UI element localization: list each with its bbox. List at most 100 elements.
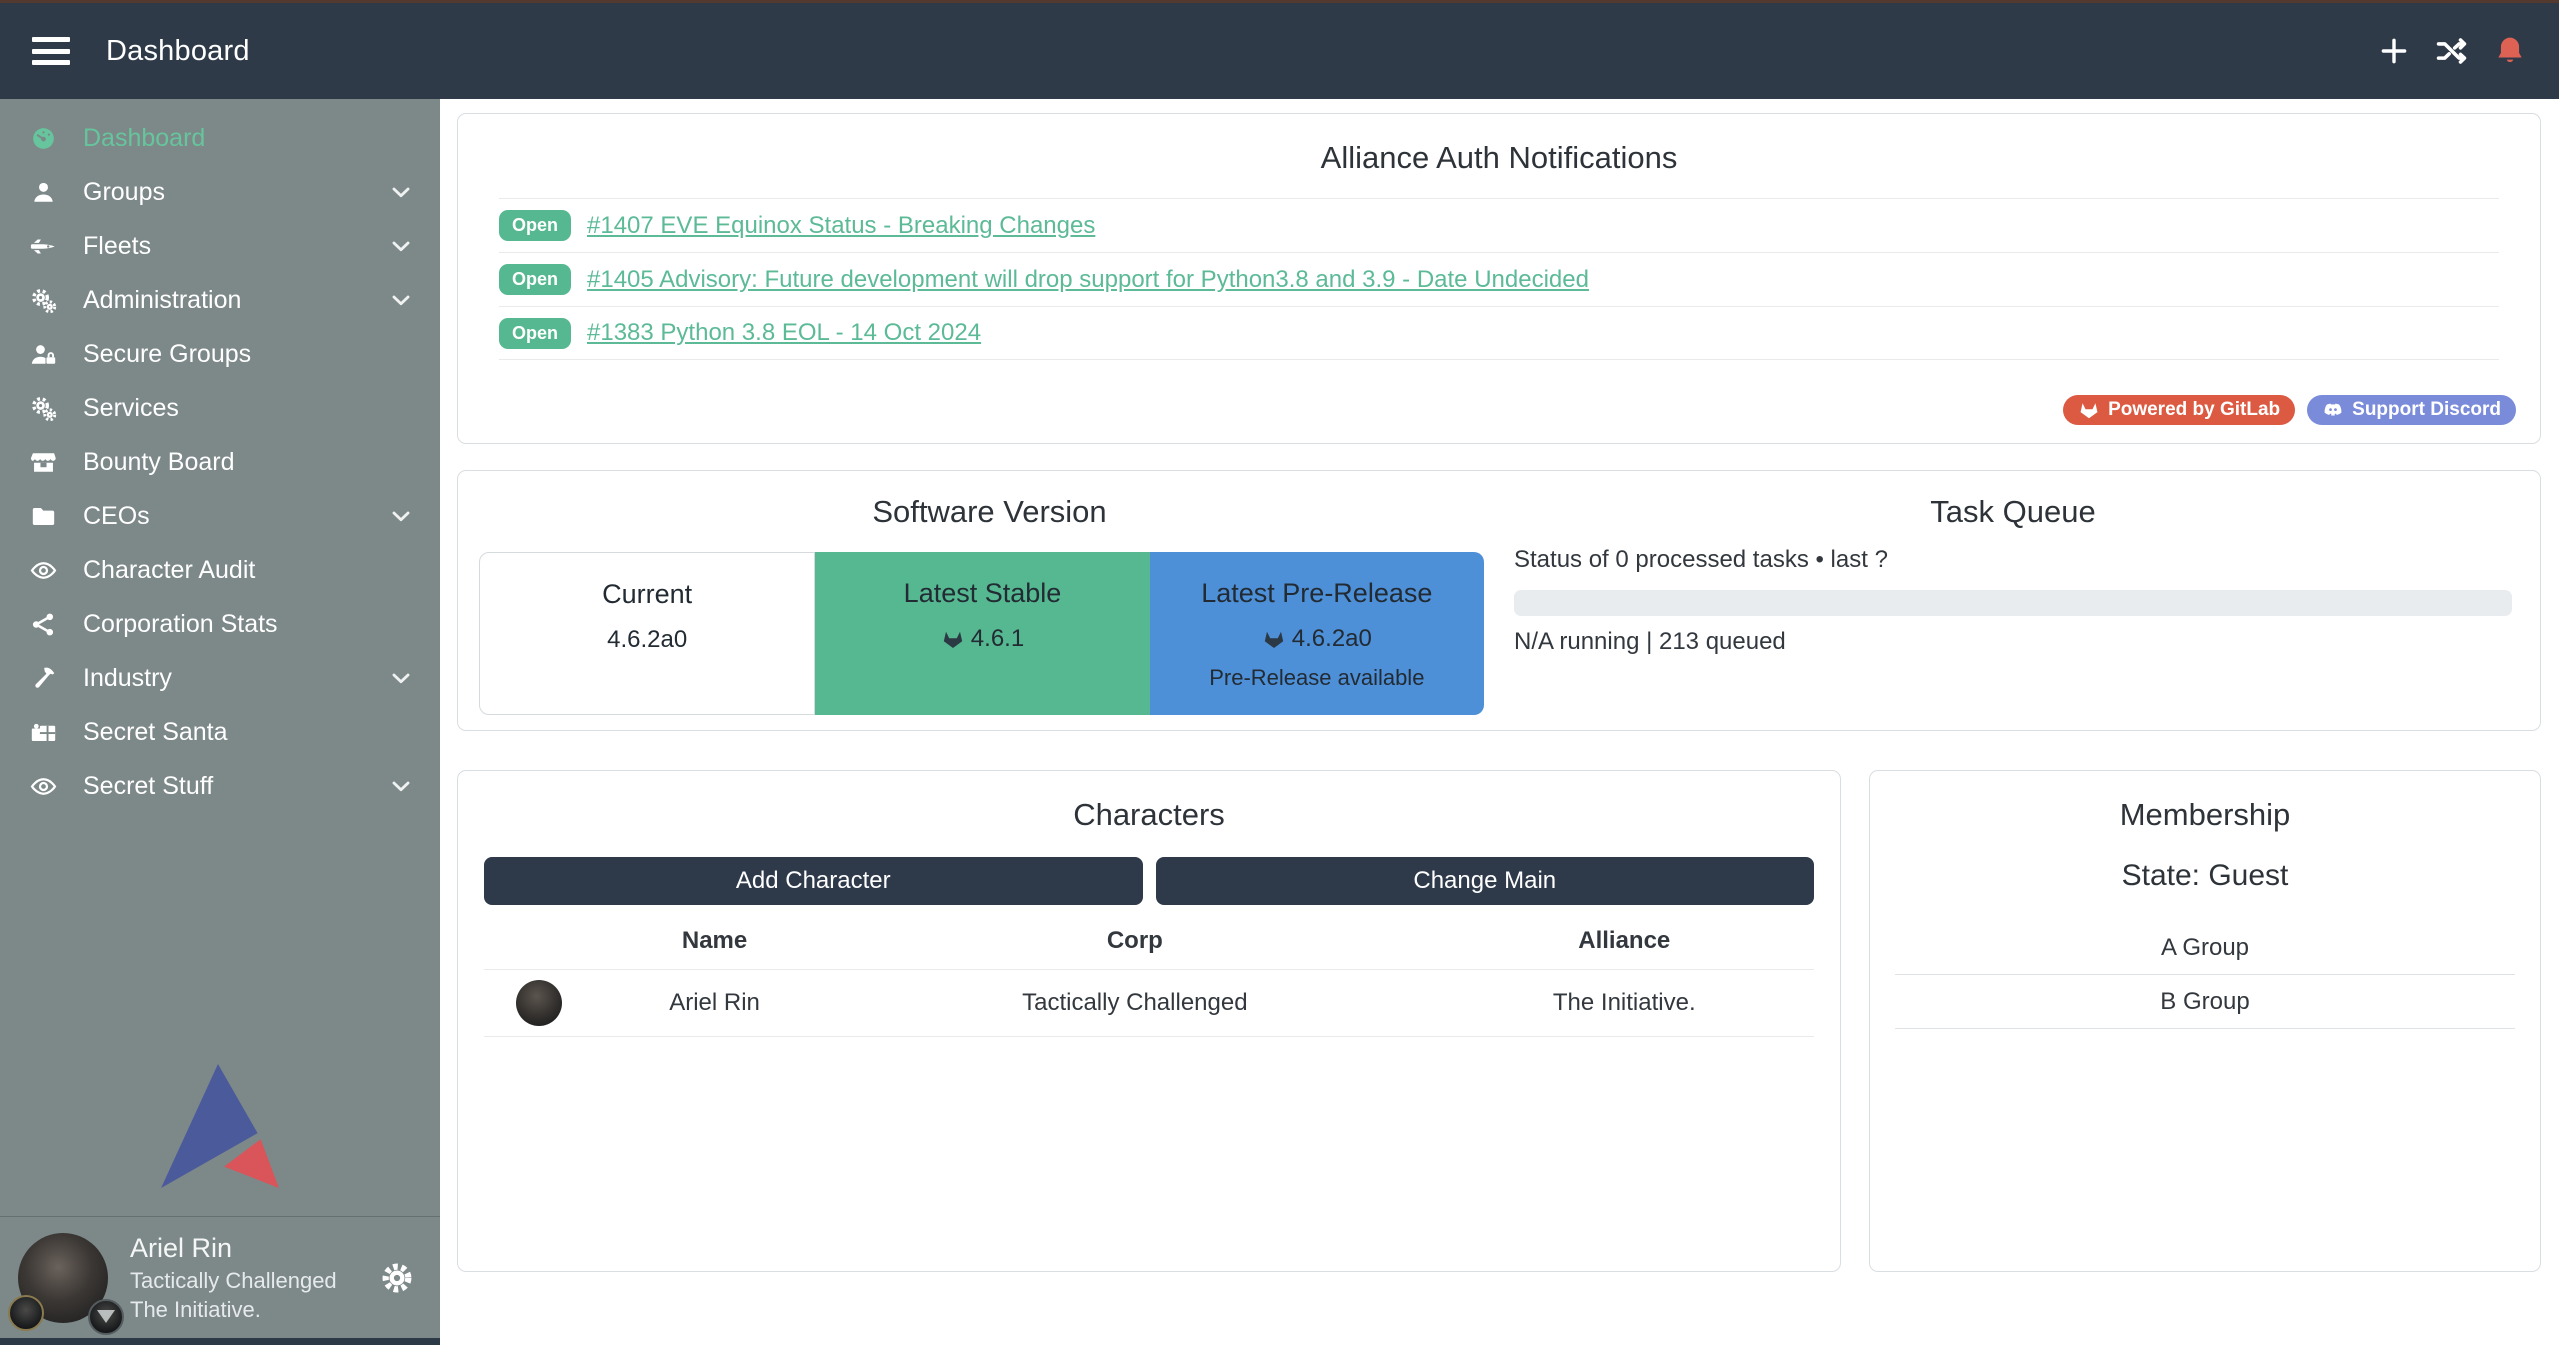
badge-label: Powered by GitLab (2108, 399, 2280, 421)
page-title: Dashboard (106, 35, 250, 68)
sidebar-item-secret-santa[interactable]: Secret Santa (0, 705, 440, 759)
sidebar-item-administration[interactable]: Administration (0, 273, 440, 327)
chevron-down-icon (388, 179, 414, 205)
app-root: Dashboard Dashboard Groups F (0, 0, 2559, 1345)
membership-state: State: Guest (1870, 859, 2540, 893)
sidebar-item-label: Secret Stuff (83, 772, 213, 801)
prerelease-version: 4.6.2a0 (1292, 625, 1372, 653)
characters-panel: Characters Add Character Change Main Nam… (457, 770, 1841, 1272)
chevron-down-icon (388, 503, 414, 529)
gears-icon (30, 287, 57, 314)
chevron-down-icon (388, 233, 414, 259)
share-icon (30, 611, 57, 638)
sidebar-item-secret-stuff[interactable]: Secret Stuff (0, 759, 440, 813)
shuffle-icon[interactable] (2435, 34, 2469, 68)
alliance-auth-logo (0, 1062, 440, 1190)
column-header-name: Name (594, 911, 835, 970)
status-badge: Open (499, 318, 571, 349)
membership-groups: A Group B Group (1895, 921, 2515, 1029)
list-item: A Group (1895, 921, 2515, 975)
navbar-actions (2377, 34, 2527, 68)
task-queue-progress-bar (1514, 590, 2512, 616)
user-corp: Tactically Challenged (130, 1266, 337, 1295)
list-item: Open #1405 Advisory: Future development … (499, 252, 2499, 306)
sidebar-item-label: Industry (83, 664, 172, 693)
change-main-button[interactable]: Change Main (1156, 857, 1815, 905)
gitlab-tanuki-icon (1262, 627, 1286, 651)
character-avatar (516, 980, 562, 1026)
sidebar-menu: Dashboard Groups Fleets Administration (0, 99, 440, 813)
status-badge: Open (499, 264, 571, 295)
table-row: Ariel Rin Tactically Challenged The Init… (484, 970, 1814, 1037)
notification-link[interactable]: #1383 Python 3.8 EOL - 14 Oct 2024 (587, 319, 981, 347)
version-boxes: Current 4.6.2a0 Latest Stable 4.6.1 Late… (479, 552, 1484, 715)
sidebar-item-ceos[interactable]: CEOs (0, 489, 440, 543)
sidebar-item-dashboard[interactable]: Dashboard (0, 111, 440, 165)
gear-icon[interactable] (380, 1261, 414, 1295)
shuttle-icon (30, 233, 57, 260)
add-character-button[interactable]: Add Character (484, 857, 1143, 905)
hammer-icon (30, 665, 57, 692)
notification-link[interactable]: #1407 EVE Equinox Status - Breaking Chan… (587, 212, 1095, 240)
software-version-section: Software Version Current 4.6.2a0 Latest … (458, 471, 1500, 730)
software-version-title: Software Version (479, 494, 1500, 530)
chevron-down-icon (388, 773, 414, 799)
user-name: Ariel Rin (130, 1231, 337, 1267)
version-prerelease-box: Latest Pre-Release 4.6.2a0 Pre-Release a… (1150, 552, 1484, 715)
sidebar-item-services[interactable]: Services (0, 381, 440, 435)
gitlab-tanuki-icon (2078, 399, 2100, 421)
gears-icon (30, 395, 57, 422)
sidebar-item-secure-groups[interactable]: Secure Groups (0, 327, 440, 381)
membership-panel: Membership State: Guest A Group B Group (1869, 770, 2541, 1272)
stable-version: 4.6.1 (971, 625, 1024, 653)
alliance-logo-badge (88, 1299, 124, 1335)
sidebar-item-corporation-stats[interactable]: Corporation Stats (0, 597, 440, 651)
sidebar-item-label: Bounty Board (83, 448, 235, 477)
character-name: Ariel Rin (594, 970, 835, 1037)
storefront-icon (30, 449, 57, 476)
characters-table: Name Corp Alliance Ariel Rin Tactically … (484, 911, 1814, 1037)
sidebar-item-groups[interactable]: Groups (0, 165, 440, 219)
sidebar-bottom-strip (0, 1338, 440, 1345)
bell-icon[interactable] (2493, 34, 2527, 68)
sidebar-item-label: Character Audit (83, 556, 255, 585)
current-version: 4.6.2a0 (607, 626, 687, 654)
gauge-icon (30, 125, 57, 152)
notifications-panel: Alliance Auth Notifications Open #1407 E… (457, 113, 2541, 444)
notification-link[interactable]: #1405 Advisory: Future development will … (587, 266, 1589, 294)
prerelease-note: Pre-Release available (1150, 665, 1484, 691)
top-navbar: Dashboard (0, 3, 2559, 99)
sidebar-item-industry[interactable]: Industry (0, 651, 440, 705)
chevron-down-icon (388, 665, 414, 691)
sidebar-item-fleets[interactable]: Fleets (0, 219, 440, 273)
main-content: Alliance Auth Notifications Open #1407 E… (440, 99, 2559, 1345)
chevron-down-icon (388, 287, 414, 313)
gitlab-tanuki-icon (941, 627, 965, 651)
user-lock-icon (30, 341, 57, 368)
sidebar-item-label: Services (83, 394, 179, 423)
sidebar-item-character-audit[interactable]: Character Audit (0, 543, 440, 597)
discord-icon (2322, 399, 2344, 421)
powered-by-gitlab-badge[interactable]: Powered by GitLab (2063, 395, 2295, 425)
status-badge: Open (499, 210, 571, 241)
task-queue-section: Task Queue Status of 0 processed tasks •… (1500, 471, 2540, 730)
menu-toggle-button[interactable] (32, 37, 70, 65)
user-alliance: The Initiative. (130, 1295, 337, 1324)
sidebar-item-bounty-board[interactable]: Bounty Board (0, 435, 440, 489)
support-discord-badge[interactable]: Support Discord (2307, 395, 2516, 425)
eye-icon (30, 557, 57, 584)
user-icon (30, 179, 57, 206)
sidebar-item-label: Secure Groups (83, 340, 251, 369)
list-item: Open #1383 Python 3.8 EOL - 14 Oct 2024 (499, 306, 2499, 360)
membership-title: Membership (1870, 797, 2540, 833)
plus-icon[interactable] (2377, 34, 2411, 68)
sidebar: Dashboard Groups Fleets Administration (0, 99, 440, 1345)
sidebar-item-label: CEOs (83, 502, 150, 531)
sidebar-item-label: Fleets (83, 232, 151, 261)
task-queue-counts: N/A running | 213 queued (1514, 628, 2512, 656)
column-header-alliance: Alliance (1435, 911, 1814, 970)
task-queue-title: Task Queue (1514, 494, 2512, 530)
badge-label: Support Discord (2352, 399, 2501, 421)
sidebar-user-panel: Ariel Rin Tactically Challenged The Init… (0, 1216, 440, 1338)
notifications-title: Alliance Auth Notifications (458, 140, 2540, 176)
